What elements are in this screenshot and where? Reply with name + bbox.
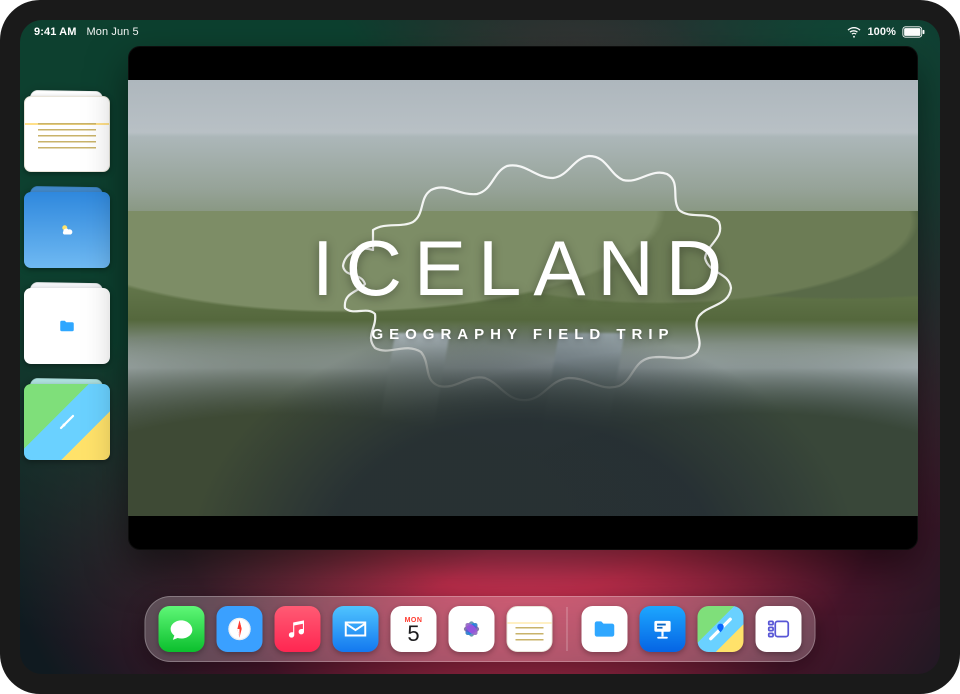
stage-item-files[interactable] xyxy=(30,282,116,358)
dock-separator xyxy=(567,607,568,651)
status-battery-pct: 100% xyxy=(867,26,896,38)
notes-icon xyxy=(24,96,110,172)
battery-icon xyxy=(902,26,926,38)
dock-app-safari[interactable] xyxy=(217,606,263,652)
stage-item-notes[interactable] xyxy=(30,90,116,166)
dock-app-stage-manager[interactable] xyxy=(756,606,802,652)
stage-item-weather[interactable] xyxy=(30,186,116,262)
slide-subtitle: GEOGRAPHY FIELD TRIP xyxy=(371,326,674,343)
slide-title: ICELAND xyxy=(312,223,734,314)
iceland-outline-icon xyxy=(313,120,733,420)
dock: MON 5 xyxy=(145,596,816,662)
files-icon xyxy=(24,288,110,364)
dock-app-notes[interactable] xyxy=(507,606,553,652)
maps-icon xyxy=(24,384,110,460)
status-bar: 9:41 AM Mon Jun 5 100% xyxy=(20,20,940,42)
dock-app-maps[interactable] xyxy=(698,606,744,652)
status-time: 9:41 AM xyxy=(34,26,76,38)
dock-app-photos[interactable] xyxy=(449,606,495,652)
dock-app-music[interactable] xyxy=(275,606,321,652)
dock-app-calendar[interactable]: MON 5 xyxy=(391,606,437,652)
keynote-window[interactable]: ICELAND GEOGRAPHY FIELD TRIP xyxy=(128,46,918,550)
dock-app-messages[interactable] xyxy=(159,606,205,652)
stage-manager-strip xyxy=(30,90,116,454)
dock-app-mail[interactable] xyxy=(333,606,379,652)
keynote-slide: ICELAND GEOGRAPHY FIELD TRIP xyxy=(128,80,918,516)
calendar-day: 5 xyxy=(391,623,437,645)
dock-app-keynote[interactable] xyxy=(640,606,686,652)
status-date: Mon Jun 5 xyxy=(86,26,138,38)
dock-app-files[interactable] xyxy=(582,606,628,652)
ipad-screen: 9:41 AM Mon Jun 5 100% xyxy=(20,20,940,674)
ipad-device-frame: 9:41 AM Mon Jun 5 100% xyxy=(0,0,960,694)
weather-icon xyxy=(24,192,110,268)
wifi-icon xyxy=(847,25,861,39)
stage-item-maps[interactable] xyxy=(30,378,116,454)
